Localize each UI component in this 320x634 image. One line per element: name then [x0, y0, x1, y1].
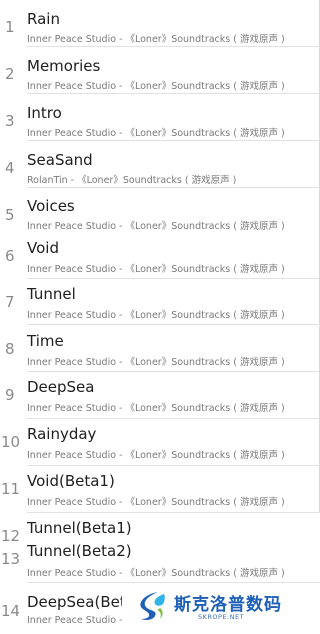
- track-row-1[interactable]: 1 Rain Inner Peace Studio - 《Loner》Sound…: [0, 0, 320, 47]
- track-number: 4: [5, 159, 15, 177]
- track-number: 10: [1, 433, 21, 451]
- track-title: Time: [27, 332, 64, 350]
- track-number: 2: [5, 65, 15, 83]
- track-number: 7: [5, 293, 15, 311]
- row-divider: [27, 324, 320, 325]
- track-number: 5: [5, 206, 15, 224]
- track-subtitle: Inner Peace Studio - 《Loner》Soundtracks …: [27, 497, 285, 508]
- track-subtitle: Inner Peace Studio -: [27, 615, 123, 626]
- track-number: 6: [5, 247, 15, 265]
- track-subtitle: Inner Peace Studio - 《Loner》Soundtracks …: [27, 34, 285, 45]
- track-number: 13: [1, 550, 21, 568]
- track-title: Rain: [27, 10, 60, 28]
- track-subtitle: RolanTin - 《Loner》Soundtracks ( 游戏原声 ): [27, 175, 237, 186]
- track-subtitle: Inner Peace Studio - 《Loner》Soundtracks …: [27, 264, 285, 275]
- track-number: 9: [5, 386, 15, 404]
- track-subtitle: Inner Peace Studio - 《Loner》Soundtracks …: [27, 128, 285, 139]
- track-subtitle: Inner Peace Studio - 《Loner》Soundtracks …: [27, 81, 285, 92]
- track-row-6[interactable]: 6 Void Inner Peace Studio - 《Loner》Sound…: [0, 233, 320, 279]
- track-number: 8: [5, 340, 15, 358]
- row-divider: [27, 582, 320, 583]
- track-row-2[interactable]: 2 Memories Inner Peace Studio - 《Loner》S…: [0, 47, 320, 94]
- track-row-7[interactable]: 7 Tunnel Inner Peace Studio - 《Loner》Sou…: [0, 279, 320, 325]
- track-title: Tunnel(Beta2): [27, 542, 132, 560]
- track-title: Tunnel(Beta1): [27, 519, 132, 537]
- track-subtitle: Inner Peace Studio - 《Loner》Soundtracks …: [27, 403, 285, 414]
- track-title: Voices: [27, 197, 75, 215]
- track-subtitle: Inner Peace Studio - 《Loner》Soundtracks …: [27, 310, 285, 321]
- track-title: Rainyday: [27, 425, 97, 443]
- track-row-13[interactable]: 13 Tunnel(Beta2) Inner Peace Studio - 《L…: [0, 540, 320, 586]
- track-title: Memories: [27, 57, 101, 75]
- track-title: Intro: [27, 104, 62, 122]
- track-number: 14: [1, 602, 21, 620]
- track-row-8[interactable]: 8 Time Inner Peace Studio - 《Loner》Sound…: [0, 326, 320, 372]
- track-title: Void: [27, 239, 59, 257]
- watermark-url: SKROPE.NET: [198, 613, 245, 621]
- track-subtitle: Inner Peace Studio - 《Loner》Soundtracks …: [27, 357, 285, 368]
- track-row-3[interactable]: 3 Intro Inner Peace Studio - 《Loner》Soun…: [0, 94, 320, 141]
- track-row-4[interactable]: 4 SeaSand RolanTin - 《Loner》Soundtracks …: [0, 141, 320, 188]
- track-title: Void(Beta1): [27, 472, 115, 490]
- track-row-12[interactable]: 12 Tunnel(Beta1): [0, 513, 320, 545]
- watermark: 斯克洛普数码 SKROPE.NET: [122, 584, 320, 634]
- track-row-10[interactable]: 10 Rainyday Inner Peace Studio - 《Loner》…: [0, 419, 320, 466]
- track-list: 1 Rain Inner Peace Studio - 《Loner》Sound…: [0, 0, 320, 634]
- track-number: 3: [5, 112, 15, 130]
- track-row-5[interactable]: 5 Voices Inner Peace Studio - 《Loner》Sou…: [0, 188, 320, 234]
- track-title: DeepSea(Beta: [27, 593, 135, 611]
- track-subtitle: Inner Peace Studio - 《Loner》Soundtracks …: [27, 221, 285, 232]
- track-title: DeepSea: [27, 378, 95, 396]
- track-number: 11: [1, 480, 21, 498]
- watermark-title: 斯克洛普数码: [174, 595, 282, 615]
- track-subtitle: Inner Peace Studio - 《Loner》Soundtracks …: [27, 568, 285, 579]
- track-row-11[interactable]: 11 Void(Beta1) Inner Peace Studio - 《Lon…: [0, 466, 320, 513]
- track-row-9[interactable]: 9 DeepSea Inner Peace Studio - 《Loner》So…: [0, 372, 320, 419]
- track-title: Tunnel: [27, 285, 76, 303]
- track-title: SeaSand: [27, 151, 93, 169]
- brand-logo-icon: [140, 592, 165, 620]
- track-number: 1: [5, 18, 15, 36]
- track-subtitle: Inner Peace Studio - 《Loner》Soundtracks …: [27, 450, 285, 461]
